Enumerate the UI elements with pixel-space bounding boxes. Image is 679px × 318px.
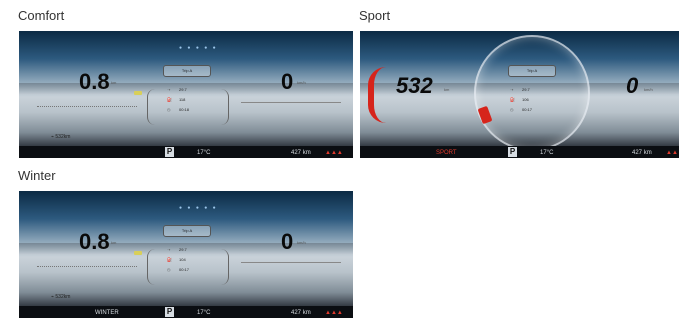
trip-distance: 29.7 — [179, 87, 187, 92]
range-bottom-value: 427 — [291, 310, 302, 316]
indicator-dots: ● ● ● ● ● — [179, 205, 218, 211]
mode-caption-winter: Winter — [18, 168, 56, 183]
regen-bar — [241, 100, 341, 103]
range-unit: km — [444, 87, 450, 92]
range-bottom: 427 km — [291, 150, 311, 156]
route-icon: ⇢ — [167, 247, 171, 252]
clock-icon: ◷ — [510, 107, 514, 112]
trip-consumption-row: ⛽ 106 — [510, 97, 529, 102]
trip-time-row: ◷ 00:18 — [167, 107, 189, 112]
trip-label: Trip A — [508, 65, 556, 77]
speed-unit: km/h — [297, 240, 306, 245]
range-top: ⌁ 532km — [51, 134, 70, 140]
speed-unit: km/h — [297, 80, 306, 85]
trip-consumption: 106 — [522, 97, 529, 102]
warning-icon: ▲▲▲ — [325, 310, 343, 316]
trip-consumption-row: ⛽ 118 — [167, 97, 185, 102]
range-top-unit: km — [63, 134, 71, 140]
trip-consumption-row: ⛽ 104 — [167, 257, 186, 262]
trip-time: 00:17 — [179, 267, 190, 272]
speed-value: 0 — [281, 69, 294, 94]
gear-indicator: P — [165, 147, 174, 157]
mode-caption-comfort: Comfort — [18, 8, 65, 23]
gear-indicator: P — [508, 147, 517, 157]
warning-icon: ▲▲▲ — [325, 150, 343, 156]
trip-consumption: 118 — [179, 97, 186, 102]
indicator-dots: ● ● ● ● ● — [179, 45, 218, 51]
speedometer-gauge — [474, 35, 590, 151]
status-strip: SPORT P 17°C 427 km ▲▲▲ — [360, 146, 679, 158]
trip-distance: 29.7 — [179, 247, 187, 252]
speed-value: 0 — [281, 229, 294, 254]
route-icon: ⇢ — [167, 87, 171, 92]
range-bottom-unit: km — [302, 150, 311, 156]
trip-time-row: ◷ 00:17 — [510, 107, 532, 112]
range-bottom-value: 427 — [291, 150, 302, 156]
temperature-value: 17 — [197, 150, 204, 156]
eco-indicator-icon — [134, 91, 142, 95]
clock-icon: ◷ — [167, 107, 171, 112]
trip-consumption: 104 — [179, 257, 186, 262]
temperature: 17°C — [197, 310, 210, 316]
power-red-arc — [368, 67, 386, 123]
range-bottom-unit: km — [302, 310, 311, 316]
temperature: 17°C — [540, 150, 553, 156]
range-top: ⌁ 532km — [51, 294, 70, 300]
speed-value: 0 — [626, 73, 639, 98]
fuel-icon: ⛽ — [167, 97, 172, 102]
odometer-unit: km — [111, 240, 117, 245]
power-bar — [37, 103, 137, 107]
temperature-unit: °C — [203, 310, 211, 316]
range-bottom-value: 427 — [632, 150, 643, 156]
cluster-panel-sport: Trip A 532 km 0 km/h ⇢ 29.7 ⛽ 106 ◷ 00:17 S… — [360, 31, 679, 158]
temperature-unit: °C — [203, 150, 211, 156]
trip-time: 00:17 — [522, 107, 533, 112]
range-top-unit: km — [63, 294, 71, 300]
temperature: 17°C — [197, 150, 210, 156]
odometer-value: 0.8 — [79, 69, 110, 94]
trip-time: 00:18 — [179, 107, 190, 112]
range-value: 532 — [396, 73, 433, 98]
odometer-value: 0.8 — [79, 229, 110, 254]
trip-label: Trip A — [163, 65, 211, 77]
warning-icon: ▲▲▲ — [666, 150, 679, 156]
temperature-value: 17 — [540, 150, 547, 156]
clock-icon: ◷ — [167, 267, 171, 272]
trip-distance-row: ⇢ 29.7 — [510, 87, 530, 92]
range-top-value: 532 — [55, 294, 64, 300]
route-icon: ⇢ — [510, 87, 514, 92]
odometer-unit: km — [111, 80, 117, 85]
temperature-value: 17 — [197, 310, 204, 316]
cluster-panel-comfort: ● ● ● ● ● Trip A 0.8 km 0 km/h ⇢ 29.7 ⛽ 11… — [19, 31, 353, 158]
fuel-icon: ⛽ — [167, 257, 172, 262]
fuel-icon: ⛽ — [510, 97, 515, 102]
status-strip: WINTER P 17°C 427 km ▲▲▲ — [19, 306, 353, 318]
regen-bar — [241, 260, 341, 263]
trip-time-row: ◷ 00:17 — [167, 267, 189, 272]
trip-label: Trip A — [163, 225, 211, 237]
gear-indicator: P — [165, 307, 174, 317]
drive-mode-tag: WINTER — [95, 310, 119, 316]
trip-distance-row: ⇢ 29.7 — [167, 247, 187, 252]
range-bottom: 427 km — [632, 150, 652, 156]
mode-caption-sport: Sport — [359, 8, 391, 23]
range-bottom: 427 km — [291, 310, 311, 316]
cluster-panel-winter: ● ● ● ● ● Trip A 0.8 km 0 km/h ⇢ 29.7 ⛽ 10… — [19, 191, 353, 318]
trip-distance: 29.7 — [522, 87, 530, 92]
range-top-value: 532 — [55, 134, 64, 140]
speed-unit: km/h — [644, 87, 653, 92]
temperature-unit: °C — [546, 150, 554, 156]
status-strip: P 17°C 427 km ▲▲▲ — [19, 146, 353, 158]
power-bar — [37, 263, 137, 267]
drive-mode-tag: SPORT — [436, 150, 457, 156]
range-bottom-unit: km — [643, 150, 652, 156]
trip-distance-row: ⇢ 29.7 — [167, 87, 187, 92]
eco-indicator-icon — [134, 251, 142, 255]
